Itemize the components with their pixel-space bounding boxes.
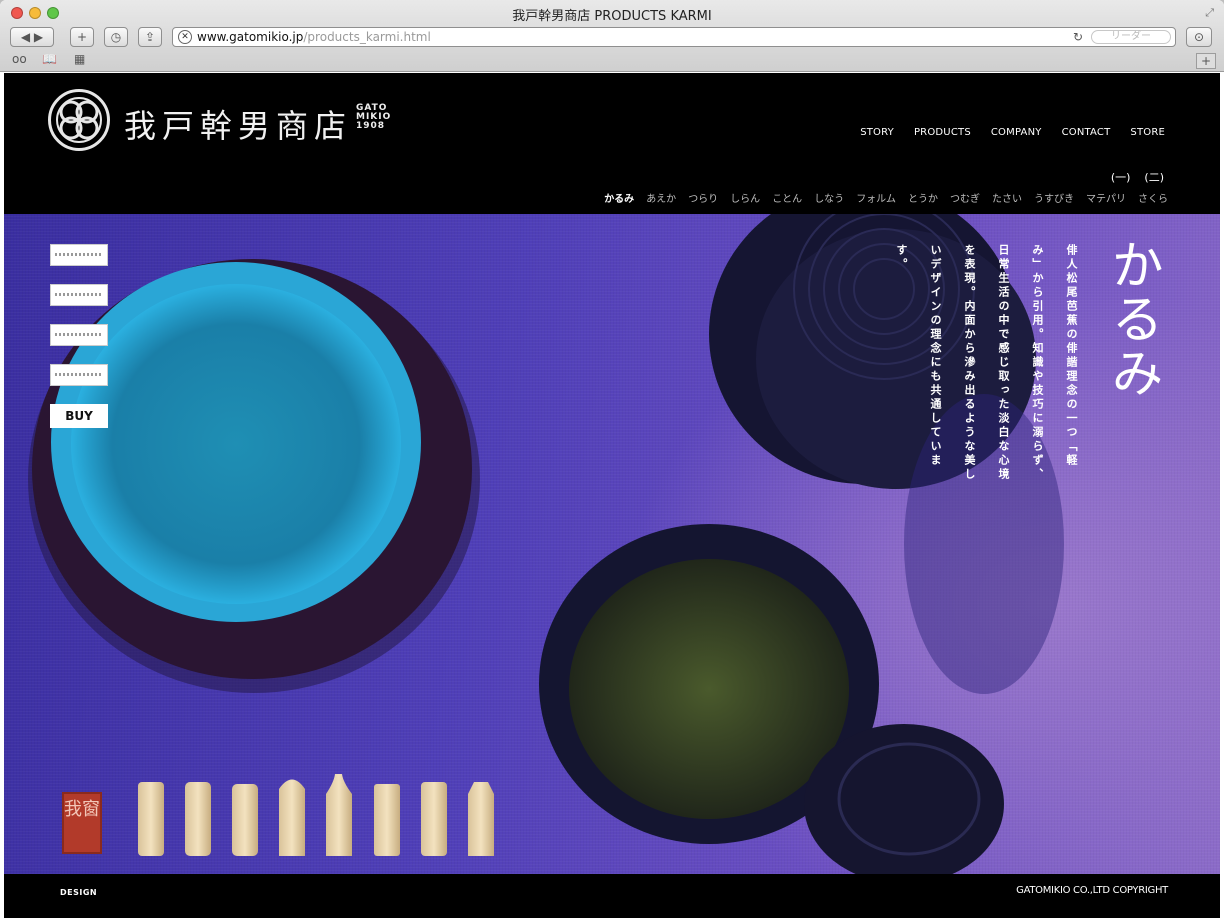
subnav-tasai[interactable]: たさい xyxy=(992,190,1022,205)
nav-store[interactable]: STORE xyxy=(1130,127,1165,138)
subnav-sakura[interactable]: さくら xyxy=(1138,190,1168,205)
bookmarks-book-icon[interactable]: 📖 xyxy=(42,52,57,66)
wooden-chopstick-rests xyxy=(138,774,494,856)
reading-list-icon[interactable]: oo xyxy=(12,52,27,66)
top-sites-grid-icon[interactable]: ▦ xyxy=(74,52,85,66)
reload-icon[interactable]: ↻ xyxy=(1073,28,1083,46)
logo-sub-text: GATO MIKIO 1908 xyxy=(356,104,391,131)
subnav-usubiki[interactable]: うすびき xyxy=(1034,190,1074,205)
hero-photo: BUY かるみ 俳人松尾芭蕉の俳諧理念の一つ「軽み」から引用。知識や技巧に溺らず… xyxy=(4,214,1220,874)
thumbnail-2[interactable] xyxy=(50,284,108,306)
url-path: /products_karmi.html xyxy=(303,30,431,44)
thumbnail-4[interactable] xyxy=(50,364,108,386)
browser-titlebar: 我戸幹男商店 PRODUCTS KARMI ⤢ ◀ ▶ + ◷ ⇪ ✕ www.… xyxy=(0,0,1224,72)
thumbnail-list: BUY xyxy=(50,244,108,428)
add-bookmark-button[interactable]: + xyxy=(70,27,94,47)
subnav-shiran[interactable]: しらん xyxy=(730,190,760,205)
subnav-tsumugi[interactable]: つむぎ xyxy=(950,190,980,205)
subnav-koton[interactable]: ことん xyxy=(772,190,802,205)
nav-story[interactable]: STORY xyxy=(860,127,894,138)
subnav-matepari[interactable]: マテパリ xyxy=(1086,190,1126,205)
back-forward-button[interactable]: ◀ ▶ xyxy=(10,27,54,47)
logo-sub-year: 1908 xyxy=(356,121,386,131)
product-subnav: かるみ あえか つらり しらん ことん しなう フォルム とうか つむぎ たさい… xyxy=(604,190,1168,205)
footer-copyright: GATOMIKIO CO.,LTD COPYRIGHT xyxy=(1016,885,1168,896)
nav-products[interactable]: PRODUCTS xyxy=(914,127,971,138)
history-icon[interactable]: ◷ xyxy=(104,27,128,47)
subnav-aeka[interactable]: あえか xyxy=(646,190,676,205)
footer-design-link[interactable]: DESIGN xyxy=(60,888,97,897)
subnav-shinau[interactable]: しなう xyxy=(814,190,844,205)
site-header: 我戸幹男商店 GATO MIKIO 1908 STORY PRODUCTS CO… xyxy=(4,73,1220,214)
stop-icon[interactable]: ✕ xyxy=(178,30,192,44)
nav-company[interactable]: COMPANY xyxy=(991,127,1042,138)
logo-wordmark[interactable]: 我戸幹男商店 xyxy=(124,101,352,147)
url-host: www.gatomikio.jp xyxy=(197,30,304,44)
share-icon[interactable]: ⇪ xyxy=(138,27,162,47)
site-footer: DESIGN GATOMIKIO CO.,LTD COPYRIGHT xyxy=(4,874,1220,918)
buy-button[interactable]: BUY xyxy=(50,404,108,428)
thumbnail-3[interactable] xyxy=(50,324,108,346)
product-title: かるみ xyxy=(1102,238,1162,400)
subnav-tsurari[interactable]: つらり xyxy=(688,190,718,205)
nav-contact[interactable]: CONTACT xyxy=(1062,127,1111,138)
window-title: 我戸幹男商店 PRODUCTS KARMI xyxy=(512,9,712,24)
main-nav: STORY PRODUCTS COMPANY CONTACT STORE xyxy=(860,127,1165,138)
product-pager: (一) (二) xyxy=(1111,169,1164,185)
new-tab-button[interactable]: + xyxy=(1196,53,1216,69)
thumbnail-1[interactable] xyxy=(50,244,108,266)
pager-page-2[interactable]: (二) xyxy=(1144,169,1164,185)
reader-button[interactable]: リーダー xyxy=(1091,30,1171,44)
bookmarks-bar: oo 📖 ▦ xyxy=(0,50,1224,70)
red-seal-stamp: 我窗 xyxy=(62,792,102,854)
address-bar[interactable]: ✕ www.gatomikio.jp/products_karmi.html ↻… xyxy=(172,27,1176,47)
browser-window: 我戸幹男商店 PRODUCTS KARMI ⤢ ◀ ▶ + ◷ ⇪ ✕ www.… xyxy=(0,0,1224,918)
subnav-form[interactable]: フォルム xyxy=(856,190,896,205)
subnav-touka[interactable]: とうか xyxy=(908,190,938,205)
pager-page-1[interactable]: (一) xyxy=(1111,169,1131,185)
logo-emblem-icon[interactable] xyxy=(48,89,110,151)
subnav-karumi[interactable]: かるみ xyxy=(604,190,634,205)
downloads-icon[interactable]: ⊙ xyxy=(1186,27,1212,47)
product-description: 俳人松尾芭蕉の俳諧理念の一つ「軽み」から引用。知識や技巧に溺らず、日常生活の中で… xyxy=(895,244,1078,482)
fullscreen-icon[interactable]: ⤢ xyxy=(1205,6,1214,20)
